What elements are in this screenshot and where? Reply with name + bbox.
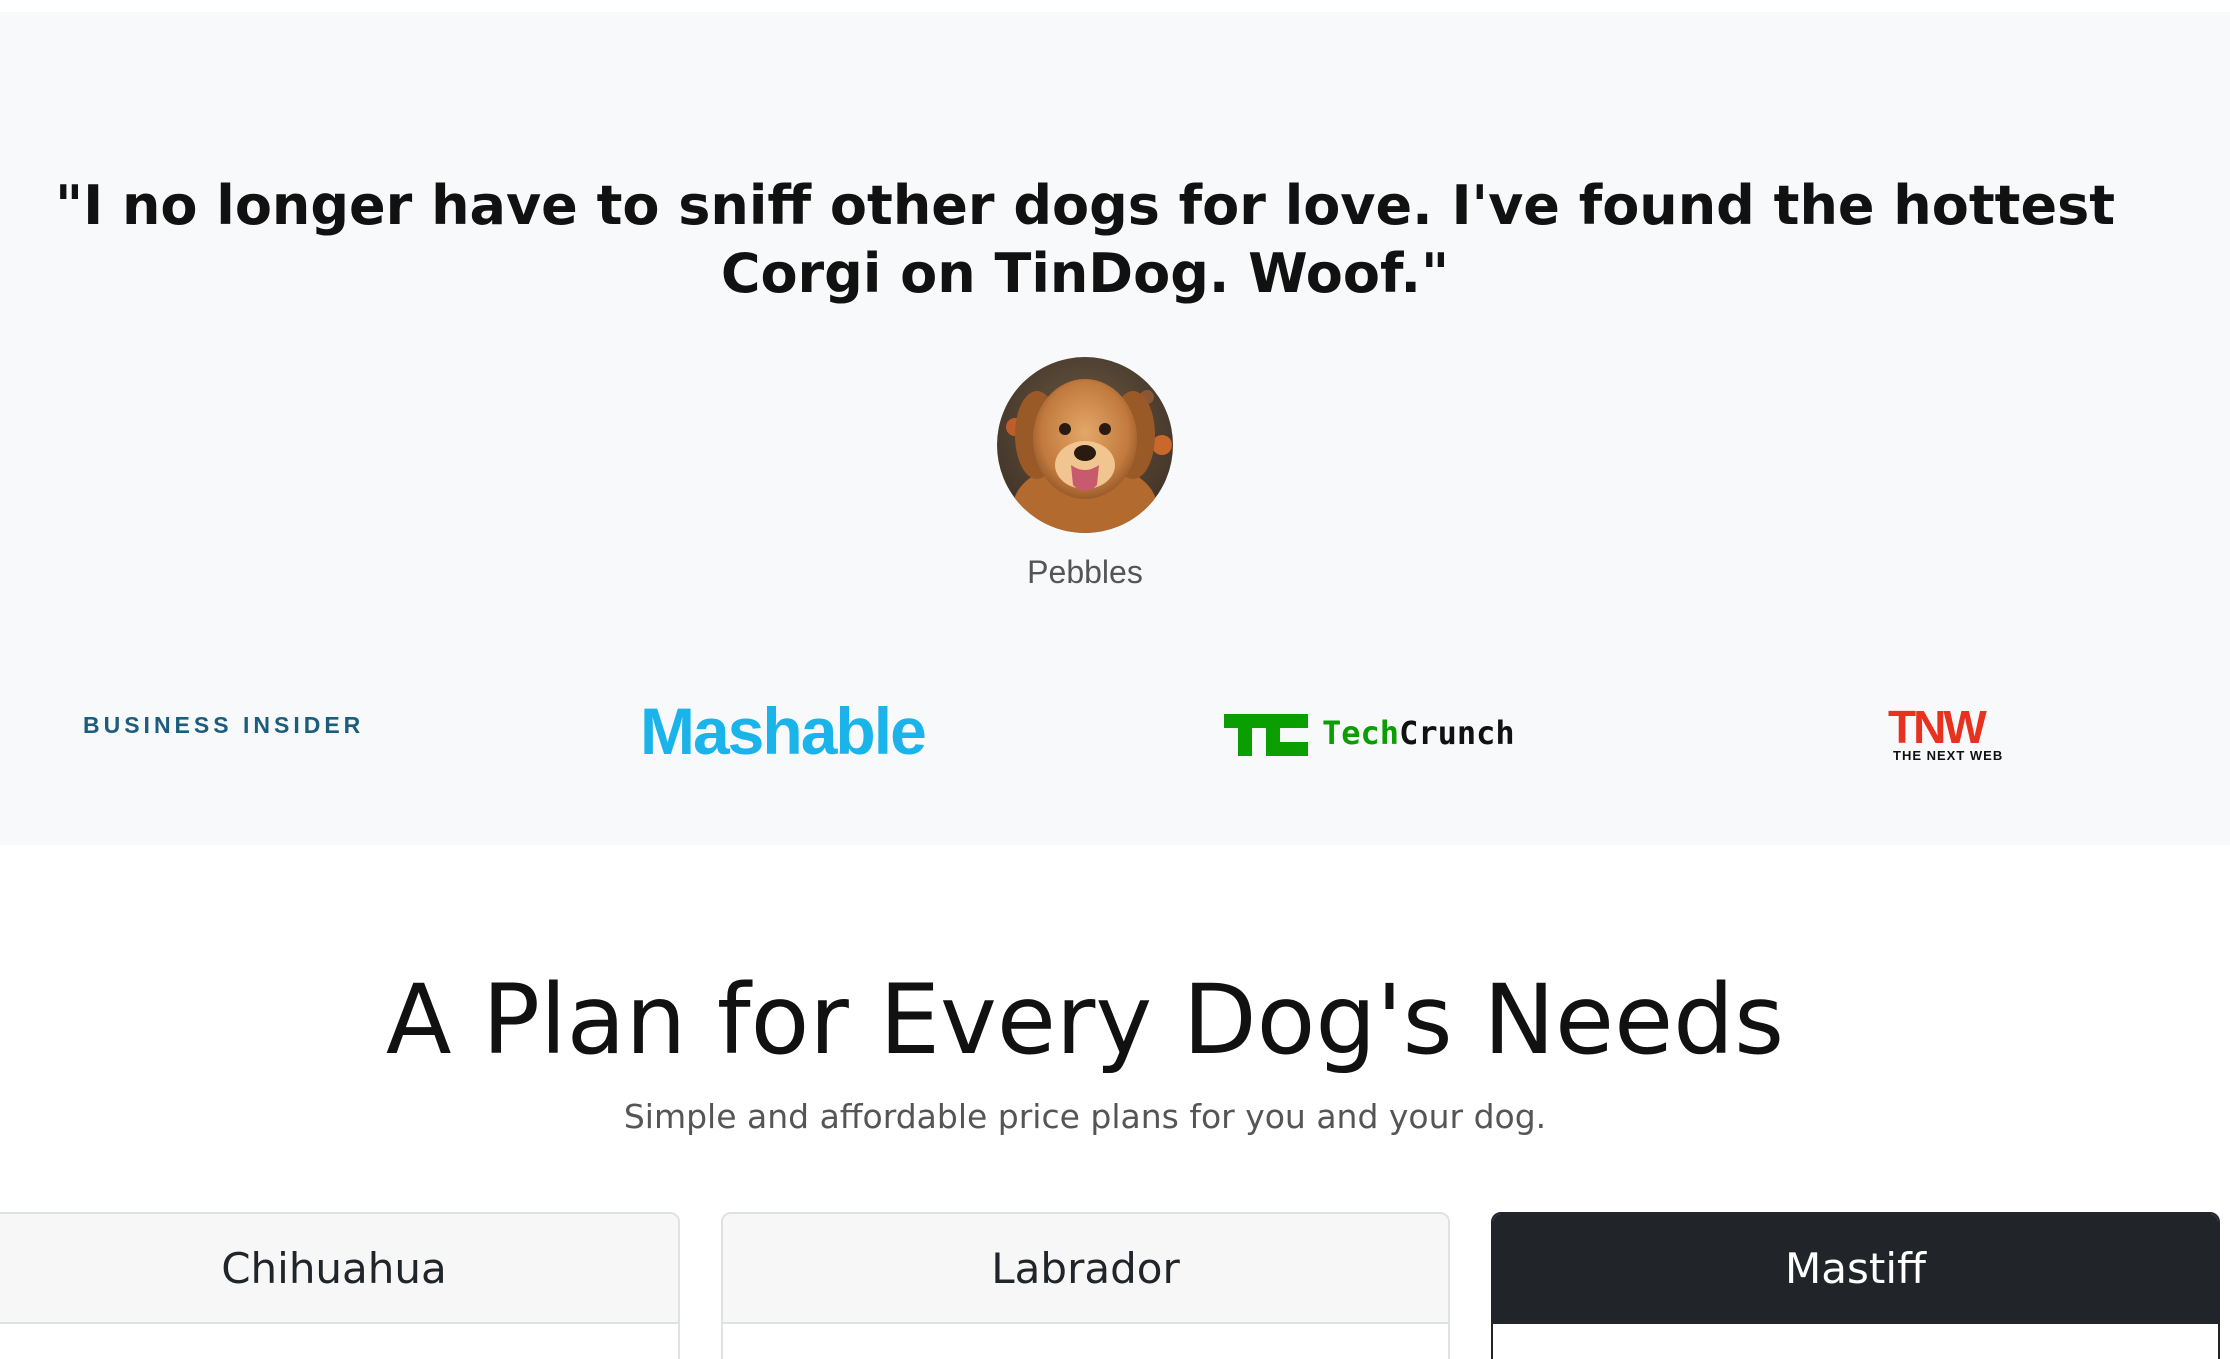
business-insider-logo: BUSINESS INSIDER — [83, 712, 365, 738]
techcrunch-wordmark: TechCrunch — [1322, 714, 1515, 752]
mashable-logo: Mashable — [640, 694, 927, 768]
pricing-subtitle: Simple and affordable price plans for yo… — [623, 1097, 1547, 1136]
plan-card-header: Labrador — [723, 1214, 1448, 1324]
tnw-subtitle: THE NEXT WEB — [1893, 748, 2004, 763]
plan-card-header: Mastiff — [1493, 1214, 2218, 1324]
plan-card-chihuahua: Chihuahua — [0, 1212, 680, 1359]
techcrunch-logo: TechCrunch — [1224, 712, 1524, 760]
techcrunch-mark-icon — [1224, 714, 1308, 756]
techcrunch-tech-text: Tech — [1322, 714, 1400, 752]
testimonial-author: Pebbles — [1027, 554, 1143, 590]
pricing-title: A Plan for Every Dog's Needs — [385, 964, 1785, 1076]
dog-photo-icon — [997, 357, 1173, 533]
techcrunch-crunch-text: Crunch — [1399, 714, 1515, 752]
plan-card-header: Chihuahua — [0, 1214, 678, 1324]
tnw-logo: TNW THE NEXT WEB — [1884, 704, 2014, 764]
dog-avatar-image — [997, 357, 1173, 533]
tnw-mark: TNW — [1888, 701, 1987, 753]
top-strip — [0, 0, 2230, 12]
testimonial-quote: "I no longer have to sniff other dogs fo… — [54, 174, 2116, 305]
plan-card-mastiff: Mastiff — [1491, 1212, 2220, 1359]
plan-card-labrador: Labrador — [721, 1212, 1450, 1359]
